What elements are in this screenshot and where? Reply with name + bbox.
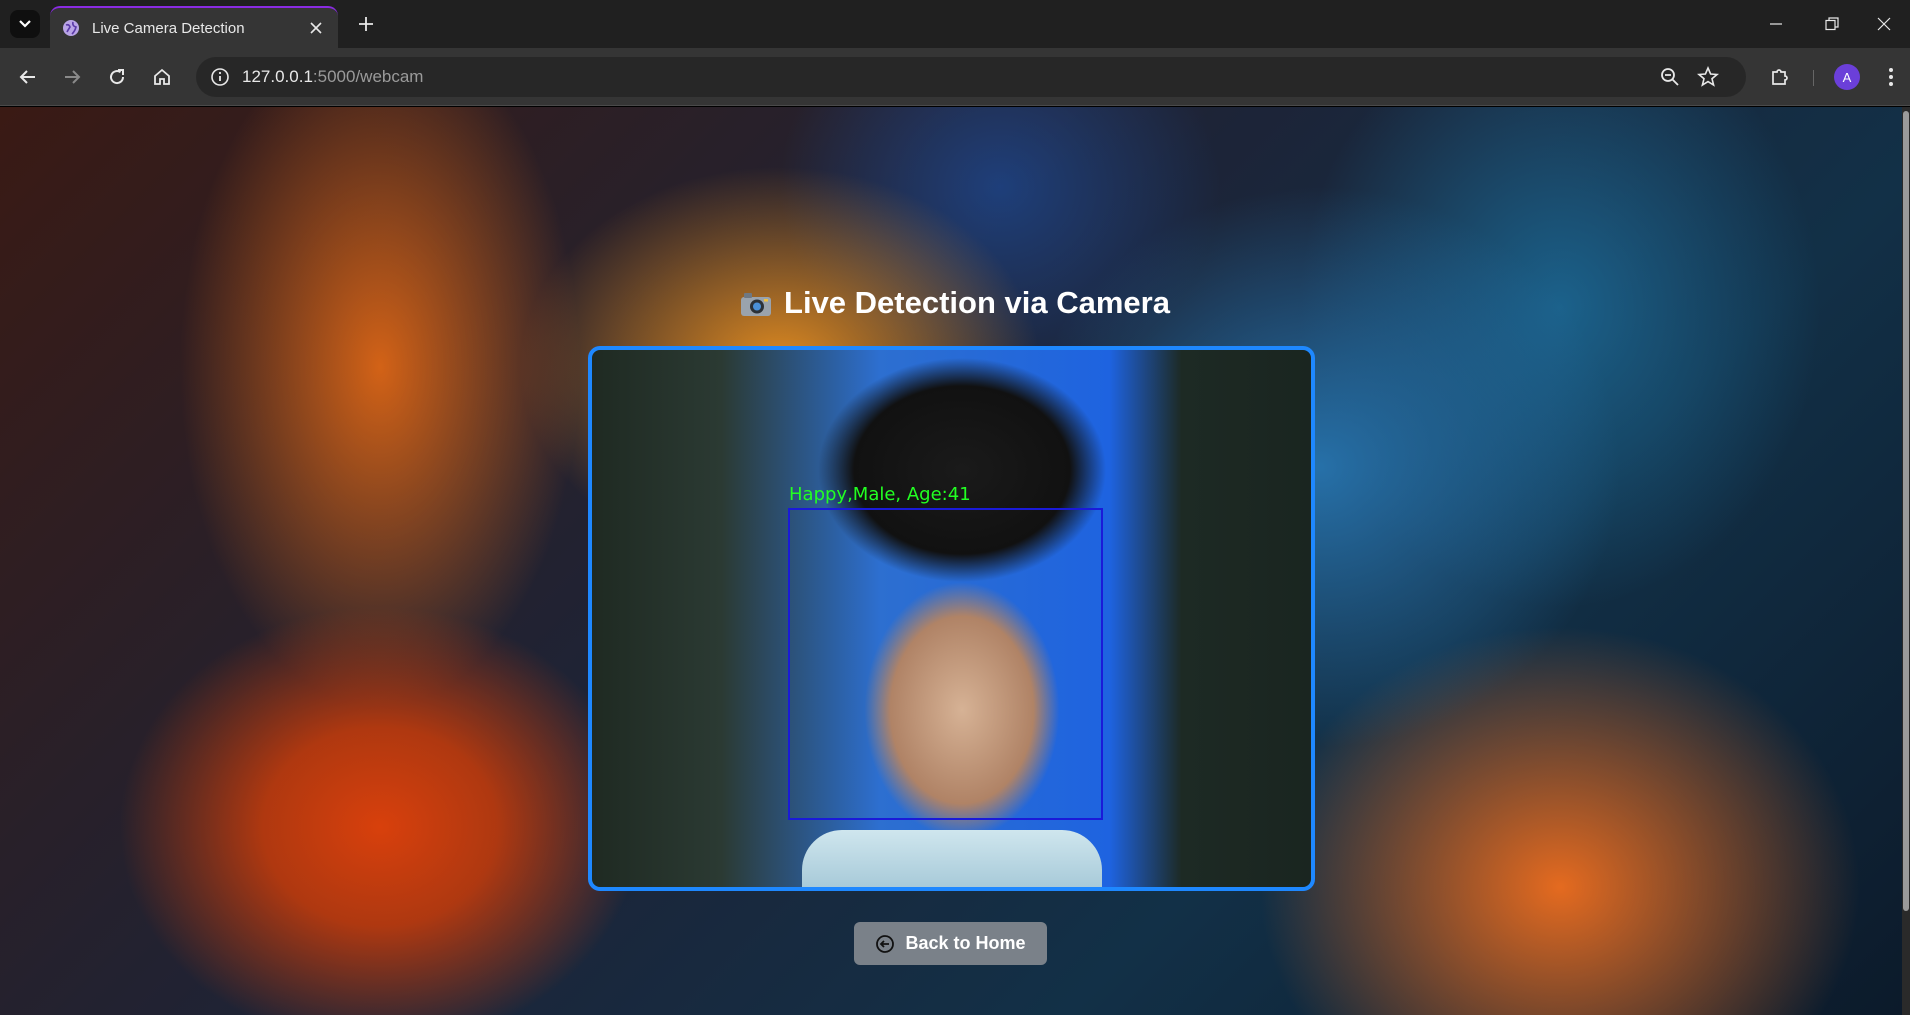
detection-label: Happy,Male, Age:41 (789, 484, 971, 505)
page-scrollbar[interactable] (1902, 107, 1910, 1015)
tab-search-button[interactable] (10, 10, 40, 38)
arrow-left-circle-icon (876, 934, 895, 953)
shirt-shape (802, 830, 1102, 887)
minimize-icon (1770, 23, 1782, 25)
globe-icon (63, 20, 79, 36)
close-window-button[interactable] (1856, 0, 1910, 48)
tab-strip: Live Camera Detection (0, 0, 1910, 48)
restore-icon (1825, 17, 1839, 31)
browser-toolbar: 127.0.0.1:5000/webcam A (0, 48, 1910, 106)
site-info-button[interactable] (200, 57, 240, 97)
puzzle-icon (1772, 69, 1788, 85)
more-vertical-icon (1889, 68, 1893, 86)
back-to-home-label: Back to Home (905, 933, 1026, 953)
profile-button[interactable]: A (1831, 61, 1863, 93)
face-bounding-box (788, 508, 1103, 820)
new-tab-button[interactable] (352, 10, 380, 38)
plus-icon (359, 17, 373, 31)
forward-nav-button[interactable] (56, 61, 88, 93)
arrow-right-icon (65, 70, 81, 84)
zoom-icon[interactable] (1658, 65, 1682, 89)
minimize-button[interactable] (1748, 0, 1804, 48)
back-to-home-button[interactable]: Back to Home (854, 922, 1047, 965)
address-bar[interactable]: 127.0.0.1:5000/webcam (196, 57, 1746, 97)
extensions-button[interactable] (1764, 61, 1796, 93)
info-icon (211, 68, 229, 86)
page-title-text: Live Detection via Camera (784, 285, 1170, 320)
chevron-down-icon (19, 20, 31, 28)
camera-feed: Happy,Male, Age:41 (588, 346, 1315, 891)
active-tab[interactable]: Live Camera Detection (50, 6, 338, 48)
page-title: Live Detection via Camera (0, 285, 1910, 321)
avatar: A (1834, 64, 1860, 90)
scrollbar-thumb[interactable] (1903, 111, 1909, 911)
restore-button[interactable] (1804, 0, 1860, 48)
close-icon (1877, 17, 1891, 31)
back-nav-button[interactable] (12, 61, 44, 93)
tab-close-icon[interactable] (306, 18, 326, 38)
arrow-left-icon (19, 70, 35, 84)
tab-title: Live Camera Detection (92, 19, 245, 37)
page-viewport: Live Detection via Camera Happy,Male, Ag… (0, 107, 1910, 1015)
home-button[interactable] (146, 61, 178, 93)
camera-icon (741, 293, 772, 316)
reload-icon (110, 69, 125, 85)
toolbar-divider (1813, 70, 1814, 86)
home-icon (154, 68, 170, 85)
url-text: 127.0.0.1:5000/webcam (242, 67, 423, 87)
url-path: :5000/webcam (312, 67, 424, 86)
reload-button[interactable] (101, 61, 133, 93)
url-host: 127.0.0.1 (242, 67, 313, 86)
bookmark-star-icon[interactable] (1696, 65, 1720, 89)
browser-menu-button[interactable] (1875, 61, 1907, 93)
